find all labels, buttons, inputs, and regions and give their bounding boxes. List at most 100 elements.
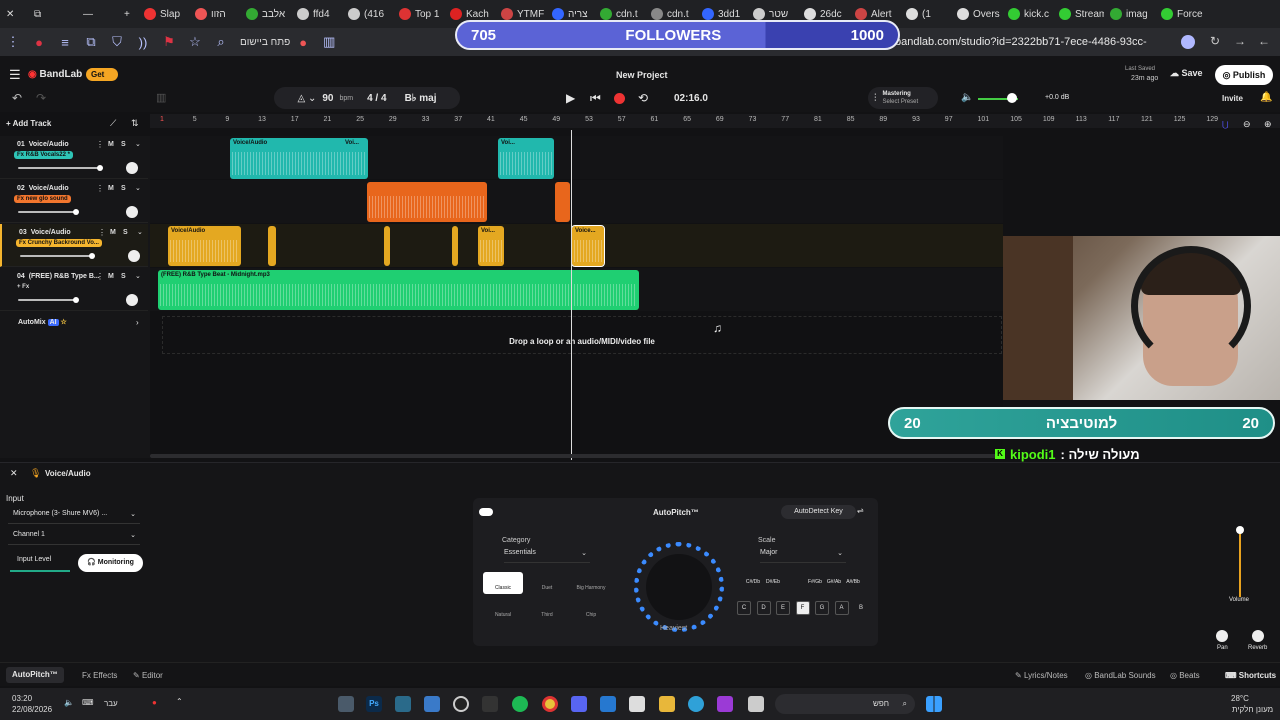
track-fx-badge[interactable]: Fx new glo sound (14, 195, 71, 203)
store-icon[interactable] (629, 696, 645, 712)
publish-button[interactable]: ◎ Publish (1215, 65, 1273, 85)
browser-tab[interactable]: Slap (138, 0, 189, 28)
track-pan-knob[interactable] (126, 162, 138, 174)
browser-tab[interactable]: kick.c (1002, 0, 1053, 28)
notepad-icon[interactable] (424, 696, 440, 712)
preset-button[interactable]: Big Harmony (571, 572, 611, 594)
bandlab-logo[interactable]: ◉ BandLab (28, 69, 82, 80)
audio-clip[interactable] (384, 226, 390, 266)
lyrics-notes-button[interactable]: ✎ Lyrics/Notes (1015, 671, 1068, 680)
open-in-app-button[interactable]: פתח ביישום (240, 37, 290, 48)
sharp-key-button[interactable]: A#/Bb (845, 579, 861, 585)
reload-icon[interactable]: ↻ (1210, 34, 1220, 48)
browser-tab[interactable]: Force (1155, 0, 1206, 28)
flag-icon[interactable]: ⚑ (156, 34, 182, 50)
beats-button[interactable]: ◎ Beats (1170, 671, 1200, 680)
snap-icon[interactable]: ⋃ (1222, 120, 1229, 129)
preset-button[interactable]: Chip (571, 599, 611, 621)
browser-tab[interactable]: ffd4 (291, 0, 342, 28)
play-button[interactable]: ▶ (566, 91, 575, 105)
weather-temp[interactable]: 28°C (1231, 694, 1249, 703)
settings-icon[interactable]: ⇌ (857, 506, 864, 515)
key-button[interactable]: A (834, 601, 849, 615)
key-button[interactable]: D (756, 601, 771, 615)
footer-tab-autopitch[interactable]: AutoPitch™ (6, 667, 64, 683)
timeline-ruler[interactable]: 1 5 9 13 17 21 25 29 33 37 41 45 49 53 57 61 65 69 73 77 81 8… (150, 114, 1280, 128)
mastering-button[interactable]: ⫶ Mastering Select Preset (868, 87, 938, 109)
screenshot-icon[interactable]: ⧉ (78, 34, 104, 50)
speaker-tray-icon[interactable]: 🔈 (64, 698, 74, 707)
speaker-icon[interactable]: 🔈 (961, 92, 973, 103)
audio-clip[interactable] (268, 226, 276, 266)
key-selector[interactable]: B♭ maj (405, 93, 437, 104)
folder-icon[interactable] (659, 696, 675, 712)
track-header[interactable]: 01 Voice/Audio Fx R&B Vocals22 * ⋮ M S ⌄ (0, 136, 148, 179)
zoom-in-icon[interactable]: ⊕ (1264, 119, 1272, 130)
zoom-out-icon[interactable]: ⊖ (1243, 119, 1251, 130)
time-signature[interactable]: 4 / 4 (367, 93, 386, 104)
rewind-button[interactable]: ⏮ (590, 91, 601, 106)
columns-icon[interactable]: ▥ (316, 34, 342, 50)
sharp-key-button[interactable]: D#/Eb (765, 579, 781, 585)
key-button[interactable]: C (737, 601, 751, 615)
track-pan-knob[interactable] (128, 250, 140, 262)
clock-date[interactable]: 22/08/2026 (12, 705, 52, 714)
audio-clip[interactable]: Voice/Audio (168, 226, 241, 266)
get-button[interactable]: Get (86, 68, 119, 81)
audio-clip[interactable] (555, 182, 570, 222)
track-header[interactable]: 02 Voice/Audio Fx new glo sound ⋮ M S ⌄ (0, 180, 148, 223)
sharp-key-button[interactable]: F#/Gb (807, 579, 823, 585)
horizontal-scrollbar[interactable] (150, 454, 1003, 458)
spotify-icon[interactable] (512, 696, 528, 712)
tray-expand-icon[interactable]: ⌃ (176, 697, 183, 706)
tab-search-icon[interactable]: ⧉ (28, 0, 58, 28)
forward-icon[interactable]: ← (1258, 34, 1270, 48)
track-menu-icon[interactable]: ⋮ (98, 228, 106, 237)
start-icon[interactable] (926, 696, 942, 712)
track-fx-badge[interactable]: Fx R&B Vocals22 * (14, 151, 73, 159)
scale-select[interactable]: Major ⌄ (760, 549, 846, 563)
key-button[interactable]: E (776, 601, 790, 615)
bpm-value[interactable]: 90 (322, 93, 333, 104)
pan-knob[interactable] (1216, 630, 1228, 642)
mute-button[interactable]: M (108, 141, 114, 148)
track-volume-slider[interactable] (18, 299, 75, 301)
track-pan-knob[interactable] (126, 206, 138, 218)
track-header[interactable]: 04 (FREE) R&B Type B... + Fx ⋮ M S ⌄ (0, 268, 148, 311)
browser-tab[interactable]: (416 (342, 0, 393, 28)
mute-button[interactable]: M (110, 229, 116, 236)
undo-icon[interactable]: ↶ (12, 91, 22, 105)
shield-icon[interactable]: ⛉ (104, 34, 130, 50)
address-bar[interactable]: bandlab.com/studio?id=2322bb71-7ece-4486… (895, 31, 1200, 70)
hamburger-icon[interactable]: ☰ (9, 67, 21, 83)
input-device-select[interactable]: Microphone (3- Shure MV6) ... ⌄ (8, 510, 140, 524)
save-button[interactable]: ☁ Save (1170, 68, 1203, 79)
preset-button[interactable]: Third (527, 599, 567, 621)
mixer-icon[interactable]: ▥ (156, 91, 166, 104)
close-panel-icon[interactable]: ✕ (10, 468, 18, 479)
app-icon-active[interactable] (395, 696, 411, 712)
browser-tab[interactable]: הזוו (189, 0, 240, 28)
clock-time[interactable]: 03:20 (12, 694, 32, 703)
reverb-knob[interactable] (1252, 630, 1264, 642)
browser-tab[interactable]: imag (1104, 0, 1155, 28)
outlook-icon[interactable] (600, 696, 616, 712)
shortcuts-button[interactable]: ⌨ Shortcuts (1225, 671, 1276, 680)
chevron-right-icon[interactable]: › (136, 318, 139, 327)
star-icon[interactable]: ☆ (182, 34, 208, 50)
track-volume-handle[interactable] (96, 165, 103, 171)
list-icon[interactable]: ⇅ (131, 118, 139, 129)
profile-icon[interactable] (1181, 35, 1195, 49)
bandlab-sounds-button[interactable]: ◎ BandLab Sounds (1085, 671, 1156, 680)
solo-button[interactable]: S (121, 141, 126, 148)
browser-tab[interactable]: Stream (1053, 0, 1104, 28)
drop-zone[interactable]: ♫ Drop a loop or an audio/MIDI/video file (162, 316, 1002, 354)
wand-icon[interactable]: ⟋ (110, 118, 116, 129)
track-menu-icon[interactable]: ⋮ (96, 272, 104, 281)
master-volume-handle[interactable] (1007, 93, 1017, 103)
chrome-icon[interactable] (542, 696, 558, 712)
project-title[interactable]: New Project (616, 70, 668, 80)
mute-button[interactable]: M (108, 273, 114, 280)
extension-icon[interactable]: ● (26, 35, 52, 50)
key-button[interactable]: G (815, 601, 829, 615)
